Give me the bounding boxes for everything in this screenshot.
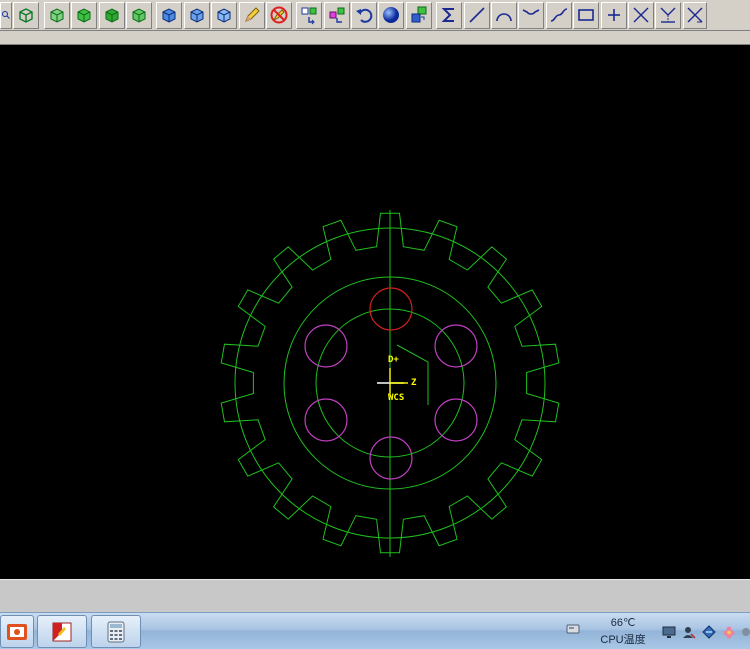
arc-icon[interactable] bbox=[491, 1, 518, 29]
point-icon[interactable] bbox=[600, 1, 627, 29]
line-icon[interactable] bbox=[463, 1, 490, 29]
cpu-temperature-label: CPU温度 bbox=[600, 634, 646, 646]
toolbar-strip bbox=[0, 31, 750, 45]
taskbar-app-1[interactable] bbox=[0, 615, 34, 648]
user-icon[interactable] bbox=[682, 625, 696, 639]
cad-window: D+ Z WCS 66℃ CPU温度 bbox=[0, 0, 750, 649]
spline-icon[interactable] bbox=[545, 1, 572, 29]
cube-blue-3-icon[interactable] bbox=[211, 1, 238, 29]
taskbar: 66℃ CPU温度 bbox=[0, 612, 750, 649]
break-icon[interactable] bbox=[682, 1, 707, 29]
cpu-temperature[interactable]: 66℃ bbox=[608, 616, 638, 629]
tangent-arc-icon[interactable] bbox=[518, 1, 545, 29]
hole-bottom bbox=[369, 436, 413, 480]
cube-blue-1-icon[interactable] bbox=[156, 1, 183, 29]
monitor-icon[interactable] bbox=[662, 625, 676, 639]
origin-label-right: Z bbox=[411, 378, 417, 388]
network-icon[interactable] bbox=[702, 625, 716, 639]
no-edit-icon[interactable] bbox=[265, 1, 292, 29]
extend-icon[interactable] bbox=[655, 1, 682, 29]
hole-lower-right bbox=[434, 398, 478, 442]
cube-green-2-icon[interactable] bbox=[71, 1, 98, 29]
main-toolbar bbox=[0, 0, 750, 31]
transform-1-icon[interactable] bbox=[296, 1, 323, 29]
transform-2-icon[interactable] bbox=[323, 1, 350, 29]
zoom-icon[interactable] bbox=[0, 1, 12, 29]
trim-icon[interactable] bbox=[627, 1, 654, 29]
hdd-icon[interactable] bbox=[566, 622, 580, 636]
sphere-icon[interactable] bbox=[378, 1, 405, 29]
gear-drawing bbox=[220, 210, 560, 557]
pencil-icon[interactable] bbox=[238, 1, 265, 29]
cube-green-4-icon[interactable] bbox=[125, 1, 152, 29]
flower-icon[interactable] bbox=[722, 625, 736, 639]
cube-green-1-icon[interactable] bbox=[43, 1, 70, 29]
presentation-app-icon bbox=[7, 623, 27, 640]
rectangle-icon[interactable] bbox=[573, 1, 600, 29]
cube-blue-2-icon[interactable] bbox=[183, 1, 210, 29]
cube-green-3-icon[interactable] bbox=[98, 1, 125, 29]
cad-app-icon bbox=[52, 622, 72, 641]
origin-label-bottom: WCS bbox=[388, 393, 405, 403]
settings-icon[interactable] bbox=[740, 625, 750, 639]
origin-label-top: D+ bbox=[388, 355, 399, 365]
hole-upper-right bbox=[434, 324, 478, 368]
undo-icon[interactable] bbox=[351, 1, 378, 29]
taskbar-app-2[interactable] bbox=[37, 615, 87, 648]
layers-icon[interactable] bbox=[405, 1, 432, 29]
graphics-viewport[interactable]: D+ Z WCS bbox=[0, 45, 750, 579]
taskbar-app-3[interactable] bbox=[91, 615, 141, 648]
status-area bbox=[0, 579, 750, 612]
sigma-icon[interactable] bbox=[436, 1, 463, 29]
wireframe-cube-icon[interactable] bbox=[13, 1, 40, 29]
calculator-icon bbox=[107, 621, 125, 642]
